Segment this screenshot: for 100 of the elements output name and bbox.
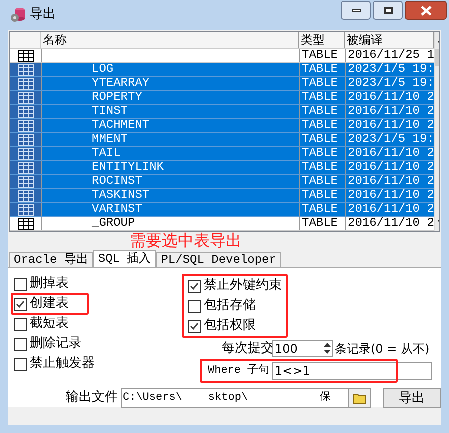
table-cell: ROPERTY <box>92 90 142 104</box>
folder-icon <box>352 392 366 404</box>
table-cell: 2023/1/5 19: <box>348 77 434 90</box>
table-cell: TABLE <box>302 48 338 62</box>
table-icon <box>18 120 34 132</box>
table-cell: ROCINST <box>92 174 142 188</box>
table-cell: ENTITYLINK <box>92 160 164 174</box>
table-cell: TABLE <box>302 188 338 202</box>
table-row[interactable]: TABLE 2016/11/25 1 <box>10 49 434 63</box>
table-cell: YTEARRAY <box>92 76 150 90</box>
commit-spinner[interactable]: 100 <box>272 340 333 357</box>
table-cell: 2016/11/10 2 <box>348 175 434 188</box>
table-cell: TACHMENT <box>92 118 150 132</box>
checkbox[interactable] <box>188 300 201 312</box>
annotation-text: 需要选中表导出 <box>130 232 242 249</box>
window-title: 导出 <box>30 6 56 24</box>
table-row[interactable]: MMENT TABLE 2023/1/5 19: <box>10 133 434 147</box>
checkbox-label: 截短表 <box>30 315 69 334</box>
close-icon <box>420 6 432 16</box>
checkbox-label: 禁止触发器 <box>30 355 95 374</box>
tab[interactable]: PL/SQL Developer <box>156 252 282 267</box>
table-icon <box>18 162 34 174</box>
table-row[interactable]: TACHMENT TABLE 2016/11/10 2 <box>10 119 434 133</box>
table-cell: TABLE <box>302 160 338 174</box>
database-icon <box>10 7 26 23</box>
checkbox-label: 包括权限 <box>204 317 256 336</box>
table-cell: TABLE <box>302 146 338 160</box>
table-row[interactable]: TINST TABLE 2016/11/10 2 <box>10 105 434 119</box>
table-cell: 2016/11/25 1 <box>348 49 434 62</box>
table-icon <box>18 106 34 118</box>
maximize-button[interactable] <box>373 1 403 20</box>
table-row[interactable]: YTEARRAY TABLE 2023/1/5 19: <box>10 77 434 91</box>
table-icon <box>18 148 34 160</box>
table-cell: 2016/11/10 2 <box>348 217 434 230</box>
table-cell: TABLE <box>302 62 338 76</box>
checkbox-label: 禁止外键约束 <box>204 277 282 296</box>
column-header[interactable]: 名称 <box>41 32 299 48</box>
table-cell: _GROUP <box>92 216 136 230</box>
spinner-arrows-icon[interactable] <box>323 342 332 355</box>
browse-button[interactable] <box>348 389 370 407</box>
checkbox-label: 删除记录 <box>30 335 82 354</box>
table-cell: 2016/11/10 2 <box>348 147 434 160</box>
table-icon <box>18 64 34 76</box>
table-icon <box>18 176 34 188</box>
table-icon <box>18 134 34 146</box>
where-label: Where 子句 <box>208 363 270 379</box>
table-cell: 2016/11/10 2 <box>348 161 434 174</box>
checkbox[interactable] <box>14 358 27 370</box>
table-row[interactable]: ROPERTY TABLE 2016/11/10 2 <box>10 91 434 105</box>
table-cell: VARINST <box>92 202 142 216</box>
table-cell: 2023/1/5 19: <box>348 133 434 146</box>
table-cell: TABLE <box>302 202 338 216</box>
table-cell: TAIL <box>92 146 121 160</box>
export-button[interactable]: 导出 <box>383 388 441 408</box>
minimize-button[interactable] <box>341 1 371 20</box>
table-cell: 2016/11/10 2 <box>348 203 434 216</box>
checkbox[interactable] <box>14 338 27 350</box>
table-row[interactable]: _GROUP TABLE 2016/11/10 2 <box>10 217 434 231</box>
table-row[interactable]: TAIL TABLE 2016/11/10 2 <box>10 147 434 161</box>
table-row[interactable]: VARINST TABLE 2016/11/10 2 <box>10 203 434 217</box>
checkbox[interactable] <box>14 298 27 310</box>
table-icon <box>18 92 34 104</box>
table-cell: TABLE <box>302 132 338 146</box>
table-cell: TABLE <box>302 174 338 188</box>
checkbox[interactable] <box>188 280 201 292</box>
table-cell: TABLE <box>302 118 338 132</box>
table-cell: TABLE <box>302 104 338 118</box>
table-cell: 2016/11/10 2 <box>348 91 434 104</box>
table-row[interactable]: LOG TABLE 2023/1/5 19: <box>10 63 434 77</box>
table-row[interactable]: ROCINST TABLE 2016/11/10 2 <box>10 175 434 189</box>
checkbox[interactable] <box>14 278 27 290</box>
table-cell: TABLE <box>302 90 338 104</box>
table-icon <box>18 218 34 230</box>
column-header[interactable]: 类型 <box>299 32 345 48</box>
table-cell: TABLE <box>302 76 338 90</box>
table-cell: 2016/11/10 2 <box>348 189 434 202</box>
checkbox[interactable] <box>14 318 27 330</box>
close-button[interactable] <box>405 1 447 20</box>
table-cell: TINST <box>92 104 128 118</box>
table-icon <box>18 190 34 202</box>
tab[interactable]: Oracle 导出 <box>9 252 94 267</box>
output-file-label: 输出文件 <box>66 389 118 408</box>
tab[interactable]: SQL 插入 <box>93 250 156 267</box>
checkbox-label: 删掉表 <box>30 275 69 294</box>
table-icon <box>18 204 34 216</box>
table-cell: 2016/11/10 2 <box>348 105 434 118</box>
output-file-field[interactable]: C:\Users\ sktop\ 保 <box>121 388 371 408</box>
table-cell: 2023/1/5 19: <box>348 63 434 76</box>
checkbox-label: 包括存储 <box>204 297 256 316</box>
checkbox-label: 创建表 <box>30 295 69 314</box>
table-cell: LOG <box>92 62 114 76</box>
table-row[interactable]: TASKINST TABLE 2016/11/10 2 <box>10 189 434 203</box>
table-cell: MMENT <box>92 132 128 146</box>
table-icon <box>18 78 34 90</box>
table-cell: TABLE <box>302 216 338 230</box>
table-row[interactable]: ENTITYLINK TABLE 2016/11/10 2 <box>10 161 434 175</box>
where-field[interactable]: 1<>1 <box>272 362 432 380</box>
commit-suffix: 条记录(0 = 从不) <box>335 340 430 358</box>
checkbox[interactable] <box>188 320 201 332</box>
table-cell: 2016/11/10 2 <box>348 119 434 132</box>
